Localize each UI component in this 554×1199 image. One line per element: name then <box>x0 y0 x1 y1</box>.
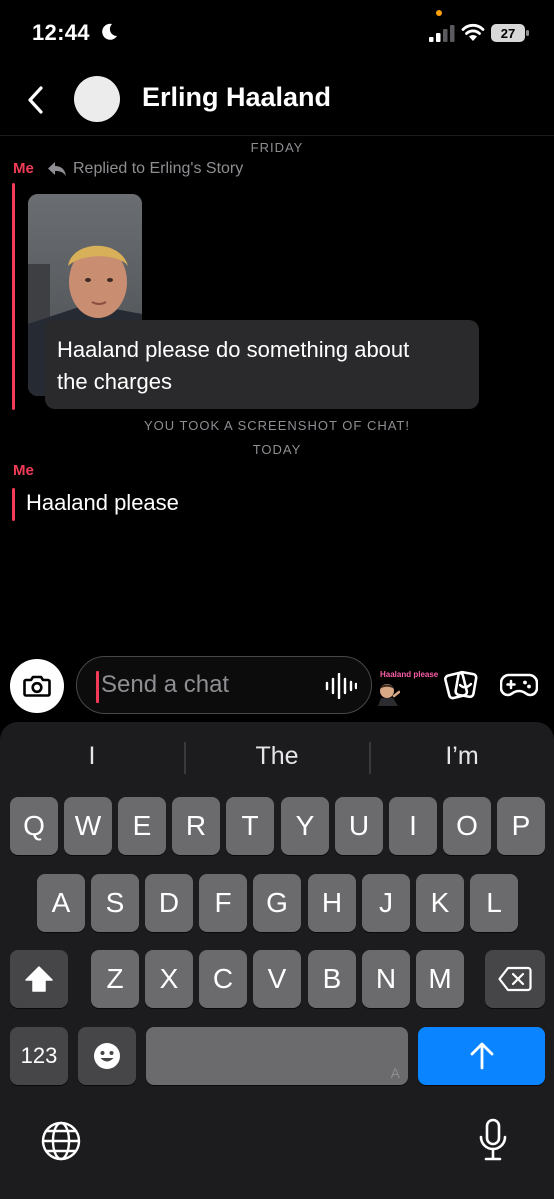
camera-button[interactable] <box>10 659 64 713</box>
sender-label: Me <box>13 462 34 479</box>
key-c[interactable]: C <box>199 950 247 1008</box>
emoji-icon <box>94 1043 120 1069</box>
bitmoji-sticker-icon <box>378 684 400 706</box>
chat-message[interactable]: Haaland please <box>26 490 179 516</box>
key-e[interactable]: E <box>118 797 166 855</box>
microphone-icon[interactable] <box>478 1118 508 1162</box>
battery-icon: 27 <box>491 24 529 42</box>
memories-icon[interactable] <box>444 668 478 702</box>
story-reply-bubble[interactable]: Haaland please do something about the ch… <box>45 320 479 409</box>
moon-icon <box>102 23 117 40</box>
key-p[interactable]: P <box>497 797 545 855</box>
day-label-today: TODAY <box>252 442 302 457</box>
key-w[interactable]: W <box>64 797 112 855</box>
sticker-suggestion[interactable]: Haaland please <box>376 670 438 714</box>
key-m[interactable]: M <box>416 950 464 1008</box>
key-r[interactable]: R <box>172 797 220 855</box>
replied-to-story[interactable]: Replied to Erling's Story <box>47 160 243 178</box>
shift-key[interactable] <box>10 950 68 1008</box>
key-o[interactable]: O <box>443 797 491 855</box>
arrow-up-icon <box>470 1042 493 1070</box>
screenshot-notice: YOU TOOK A SCREENSHOT OF CHAT! <box>144 418 410 433</box>
key-s[interactable]: S <box>91 874 139 932</box>
avatar[interactable] <box>74 76 120 122</box>
key-v[interactable]: V <box>253 950 301 1008</box>
globe-icon[interactable] <box>40 1120 82 1162</box>
suggestion-3[interactable]: I’m <box>370 742 554 771</box>
backspace-icon <box>498 966 532 992</box>
sticker-text: Haaland please <box>380 670 439 679</box>
wifi-icon <box>461 23 485 41</box>
key-k[interactable]: K <box>416 874 464 932</box>
key-q[interactable]: Q <box>10 797 58 855</box>
camera-icon <box>23 675 51 697</box>
key-b[interactable]: B <box>308 950 356 1008</box>
emoji-key[interactable] <box>78 1027 136 1085</box>
key-y[interactable]: Y <box>281 797 329 855</box>
text-caret <box>96 671 99 703</box>
reply-icon <box>48 162 66 176</box>
key-n[interactable]: N <box>362 950 410 1008</box>
shift-icon <box>25 966 53 992</box>
key-g[interactable]: G <box>253 874 301 932</box>
contact-name[interactable]: Erling Haaland <box>142 82 331 113</box>
suggestion-1[interactable]: I <box>0 742 184 771</box>
game-controller-icon[interactable] <box>500 668 538 702</box>
status-bar: 12:44 27 <box>0 0 554 66</box>
space-language-hint: A <box>390 1065 400 1081</box>
space-key[interactable]: A <box>146 1027 408 1085</box>
key-u[interactable]: U <box>335 797 383 855</box>
key-a[interactable]: A <box>37 874 85 932</box>
voice-note-icon[interactable] <box>325 673 357 699</box>
keyboard: I The I’m Q W E R T Y U I O P A S D F G … <box>0 722 554 1199</box>
autocomplete-bar: I The I’m <box>0 722 554 794</box>
chat-header: Erling Haaland <box>0 66 554 136</box>
key-l[interactable]: L <box>470 874 518 932</box>
backspace-key[interactable] <box>485 950 545 1008</box>
key-x[interactable]: X <box>145 950 193 1008</box>
bubble-line-1: Haaland please do something about <box>57 337 410 362</box>
message-sender-bar <box>12 488 15 521</box>
sender-label: Me <box>13 160 34 177</box>
numbers-key[interactable]: 123 <box>10 1027 68 1085</box>
send-key[interactable] <box>418 1027 545 1085</box>
message-sender-bar <box>12 183 15 410</box>
key-t[interactable]: T <box>226 797 274 855</box>
back-icon[interactable] <box>22 82 52 118</box>
key-f[interactable]: F <box>199 874 247 932</box>
key-h[interactable]: H <box>308 874 356 932</box>
key-j[interactable]: J <box>362 874 410 932</box>
bubble-line-2: the charges <box>57 369 172 394</box>
signal-icon <box>429 25 455 42</box>
battery-level: 27 <box>501 26 515 41</box>
status-time: 12:44 <box>32 20 90 45</box>
chat-text-input[interactable]: Send a chat <box>76 656 372 714</box>
privacy-indicator-dot <box>436 10 442 16</box>
key-z[interactable]: Z <box>91 950 139 1008</box>
key-i[interactable]: I <box>389 797 437 855</box>
chat-input-placeholder: Send a chat <box>101 671 230 698</box>
suggestion-2[interactable]: The <box>185 742 369 771</box>
key-d[interactable]: D <box>145 874 193 932</box>
day-label-friday: FRIDAY <box>250 140 304 155</box>
chat-input-bar: Send a chat Haaland please <box>0 650 554 722</box>
replied-text: Replied to Erling's Story <box>73 160 244 177</box>
